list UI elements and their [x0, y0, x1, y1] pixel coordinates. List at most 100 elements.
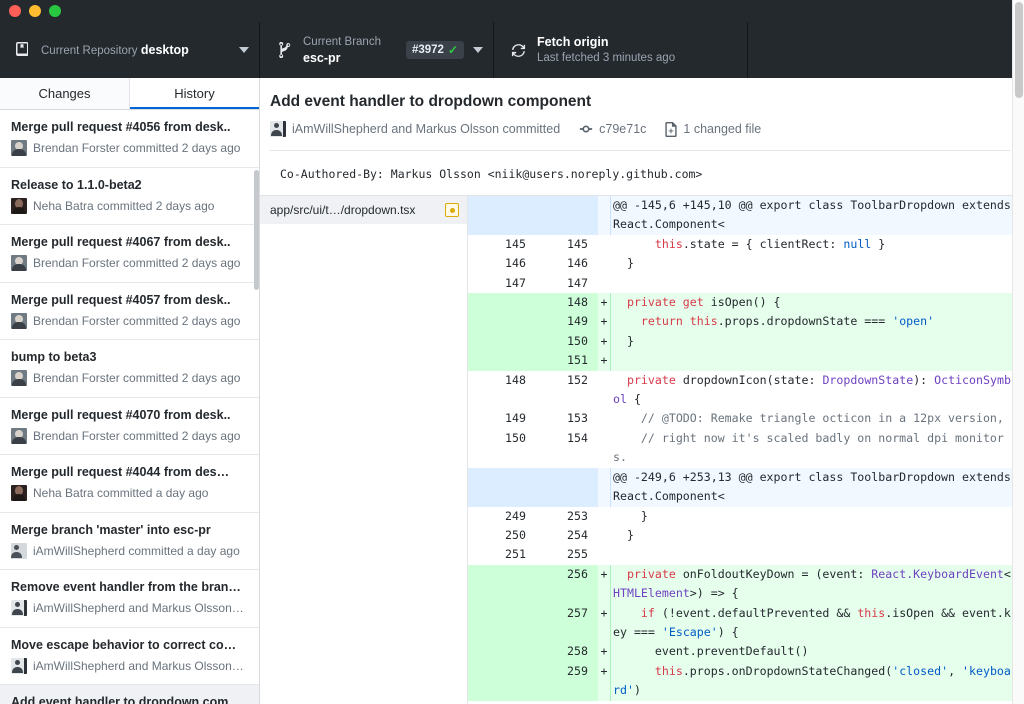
diff-hunk-header: @@ -249,6 +253,13 @@ export class Toolba… — [468, 467, 1024, 507]
commit-list-item[interactable]: bump to beta3 Brendan Forster committed 2… — [0, 340, 259, 398]
commit-list-item[interactable]: Move escape behavior to correct co… iAmWi… — [0, 627, 259, 685]
diff-new-line-number: 257 — [536, 603, 598, 643]
current-branch-text: Current Branch esc-pr — [303, 34, 406, 66]
diff-marker — [598, 409, 610, 428]
commit-list-item-title: bump to beta3 — [11, 350, 97, 364]
commit-list-item[interactable]: Remove event handler from the bran… iAmWi… — [0, 570, 259, 628]
code-token: // @TODO: Remake triangle octicon in a 1… — [613, 411, 1004, 426]
commit-author-line: iAmWillShepherd and Markus Olsson commit… — [292, 122, 561, 136]
current-branch-button[interactable]: Current Branch esc-pr #3972 ✓ — [260, 22, 494, 78]
diff-marker: + — [600, 295, 608, 310]
chevron-down-icon[interactable] — [473, 47, 483, 53]
sync-icon — [508, 43, 528, 58]
window-titlebar — [0, 0, 1024, 22]
commit-list-scrollbar-thumb[interactable] — [254, 170, 259, 290]
diff-line-text — [610, 545, 1024, 565]
code-token: onFoldoutKeyDown = (event: — [675, 566, 872, 581]
diff-marker: + — [600, 644, 608, 659]
diff-old-line-number — [468, 331, 536, 352]
git-commit-icon — [579, 122, 593, 136]
window-minimize-button[interactable] — [29, 5, 41, 17]
commit-sha[interactable]: c79e71c — [599, 122, 646, 136]
tab-changes[interactable]: Changes — [0, 78, 130, 109]
commit-list-item[interactable]: Add event handler to dropdown com…iAmWil… — [0, 685, 259, 704]
diff-line-text: if (!event.defaultPrevented && this.isOp… — [610, 603, 1024, 643]
commit-list-item[interactable]: Merge branch 'master' into esc-pr iAmWill… — [0, 512, 259, 570]
tab-history[interactable]: History — [130, 78, 259, 109]
toolbar-empty-area — [748, 22, 1024, 78]
diff-new-line-number — [536, 196, 598, 235]
chevron-down-icon[interactable] — [239, 47, 249, 53]
commit-list-item-title: Merge pull request #4056 from desk.. — [11, 120, 231, 134]
diff-new-line-number: 256 — [536, 564, 598, 604]
diff-old-line-number: 148 — [468, 370, 536, 410]
diff-line-text: private get isOpen() { — [610, 293, 1024, 313]
current-repository-button[interactable]: Current Repository desktop — [0, 22, 260, 78]
code-token: >) => { — [689, 586, 739, 601]
diff-line-text: } — [610, 331, 1024, 352]
avatar — [11, 140, 27, 156]
pull-request-badge[interactable]: #3972 ✓ — [405, 41, 464, 59]
commit-list-item-byline: Neha Batra committed 2 days ago — [33, 198, 215, 213]
diff-marker — [598, 468, 610, 507]
diff-new-line-number: 150 — [536, 331, 598, 352]
code-token: dropdownIcon(state: — [675, 372, 823, 387]
diff-scrollbar[interactable] — [1012, 0, 1024, 704]
diff-marker — [598, 235, 610, 254]
commit-list-item[interactable]: Merge pull request #4057 from desk.. Bren… — [0, 282, 259, 340]
fetch-origin-button[interactable]: Fetch origin Last fetched 3 minutes ago — [494, 22, 748, 78]
code-token: .props.onDropdownStateChanged( — [682, 663, 893, 678]
fetch-origin-status: Last fetched 3 minutes ago — [537, 52, 676, 64]
diff-marker: + — [600, 566, 608, 581]
commit-list-item-meta: Brendan Forster committed 2 days ago — [11, 370, 248, 386]
diff-marker — [598, 526, 610, 545]
commit-list-item-title: Merge pull request #4070 from desk.. — [11, 407, 231, 422]
diff-marker: + — [600, 663, 608, 678]
commit-list-item[interactable]: Merge pull request #4067 from desk.. Bren… — [0, 225, 259, 283]
code-token: if — [640, 605, 655, 620]
code-token: } — [613, 527, 634, 542]
diff-old-line-number: 249 — [468, 506, 536, 526]
diff-marker: + — [600, 605, 608, 620]
commit-list-scrollbar[interactable] — [254, 110, 259, 704]
code-token: React.KeyboardEvent — [871, 566, 1004, 581]
diff-line: 149 + return this.props.dropdownState ===… — [468, 312, 1024, 332]
diff-scrollbar-thumb[interactable] — [1015, 2, 1023, 98]
commit-title: Add event handler to dropdown component — [270, 93, 592, 110]
commit-list-item-meta: Neha Batra committed a day ago — [11, 485, 248, 501]
changed-file-list[interactable]: app/src/ui/t…/dropdown.tsx — [260, 196, 468, 704]
commit-list-item[interactable]: Release to 1.1.0-beta2 Neha Batra committ… — [0, 167, 259, 225]
changed-file-row[interactable]: app/src/ui/t…/dropdown.tsx — [260, 196, 467, 224]
diff-viewer[interactable]: @@ -145,6 +145,10 @@ export class Toolba… — [468, 196, 1024, 704]
diff-marker — [598, 507, 610, 526]
diff-old-line-number: 250 — [468, 525, 536, 546]
diff-new-line-number: 259 — [536, 661, 598, 701]
avatar — [270, 121, 286, 137]
window-close-button[interactable] — [9, 5, 21, 17]
commit-list-item[interactable]: Merge pull request #4044 from des… Neha B… — [0, 455, 259, 513]
file-and-diff-area: app/src/ui/t…/dropdown.tsx @@ -145,6 +14… — [260, 195, 1024, 704]
sidebar: Changes History Merge pull request #4056… — [0, 78, 260, 704]
diff-line: 150 + } — [468, 331, 1024, 352]
code-token: private get — [626, 295, 704, 310]
app-toolbar: Current Repository desktop Current Branc… — [0, 22, 1024, 78]
fetch-origin-label: Fetch origin — [537, 35, 609, 49]
commit-list-item-meta: Brendan Forster committed 2 days ago — [11, 312, 248, 329]
code-token: , — [948, 663, 963, 678]
code-token: < — [1003, 566, 1011, 581]
diff-line: 150 154 // right now it's scaled badly on… — [468, 428, 1024, 468]
diff-marker — [598, 254, 610, 273]
commit-list[interactable]: Merge pull request #4056 from desk.. Bren… — [0, 110, 259, 704]
diff-line-text: } — [610, 506, 1024, 526]
diff-new-line-number: 154 — [536, 428, 598, 468]
window-maximize-button[interactable] — [49, 5, 61, 17]
commit-list-item[interactable]: Merge pull request #4056 from desk.. Bren… — [0, 110, 259, 168]
avatar — [11, 485, 27, 501]
commit-list-item[interactable]: Merge pull request #4070 from desk.. Bren… — [0, 397, 259, 455]
code-token: } — [613, 256, 634, 271]
diff-line: 148 152 private dropdownIcon(state: Dropd… — [468, 370, 1024, 410]
code-token: // right now it's scaled badly on normal… — [613, 430, 1004, 465]
